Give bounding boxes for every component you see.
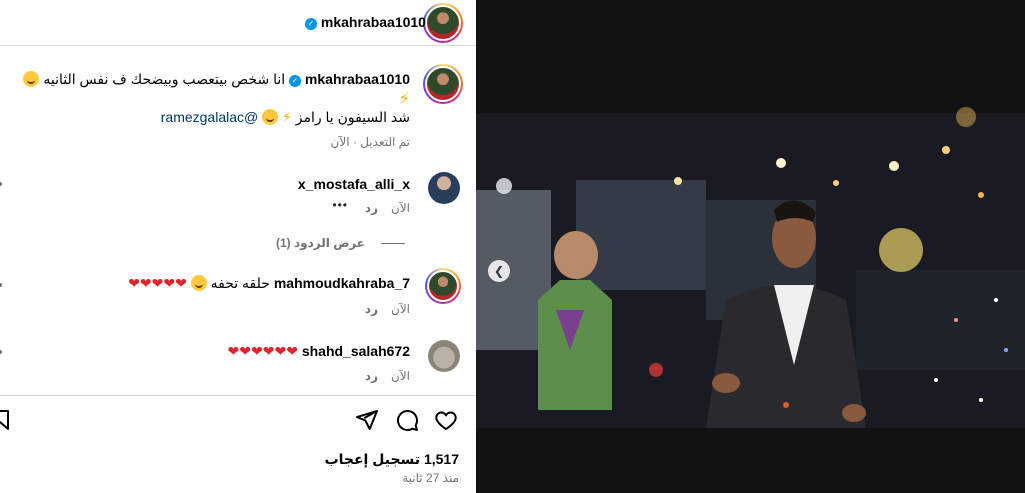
- edge-dot: [0, 182, 2, 186]
- share-icon[interactable]: [355, 408, 379, 432]
- caption-username-text[interactable]: mkahrabaa1010: [305, 71, 410, 87]
- lightning-emoji-icon: ⚡: [398, 91, 410, 108]
- comment-username[interactable]: shahd_salah672: [302, 343, 410, 359]
- reply-button[interactable]: رد: [365, 302, 378, 316]
- comment-text: حلقه تحفه: [210, 275, 270, 291]
- caption-second-line: شد السيفون يا رامز ⚡ @ramezgalalac: [161, 109, 410, 126]
- verified-badge-icon: ✓: [305, 18, 317, 30]
- post-media: ❮: [476, 0, 1025, 493]
- comment-avatar[interactable]: [428, 340, 460, 372]
- comment-avatar[interactable]: [425, 268, 461, 304]
- author-username[interactable]: ✓ mkahrabaa1010: [305, 14, 426, 30]
- heart-icon[interactable]: [434, 408, 458, 432]
- more-options-icon[interactable]: •••: [332, 198, 348, 212]
- post-header: ✓ mkahrabaa1010: [0, 0, 476, 46]
- author-username-text[interactable]: mkahrabaa1010: [321, 14, 426, 30]
- laughing-emoji-icon: [190, 275, 207, 291]
- lightning-emoji-line: ⚡: [399, 89, 410, 109]
- caption-first-line: mkahrabaa1010 ✓ انا شخص بيتعصب وبيضحك ف …: [23, 71, 410, 88]
- post-image: [476, 0, 1025, 493]
- comment-time: الآن: [391, 369, 410, 383]
- comment-username[interactable]: mahmoudkahraba_7: [274, 275, 410, 291]
- caption-text-line1: انا شخص بيتعصب وبيضحك ف نفس الثانيه: [43, 71, 286, 87]
- mention-link[interactable]: @ramezgalalac: [161, 109, 258, 125]
- comment-icon[interactable]: [395, 408, 419, 432]
- author-avatar[interactable]: [423, 3, 463, 43]
- lightning-emoji-icon: ⚡: [282, 109, 292, 125]
- replies-divider: [381, 243, 405, 244]
- heart-emojis: ❤❤❤❤❤: [128, 275, 187, 291]
- comment-time: الآن: [391, 302, 410, 316]
- save-icon[interactable]: [0, 408, 12, 432]
- post-actions: 1,517 تسجيل إعجاب منذ 27 ثانية: [0, 395, 476, 493]
- caption-meta: تم التعديل · الآن: [330, 135, 410, 149]
- comment-avatar[interactable]: [428, 172, 460, 204]
- heart-emojis: ❤❤❤❤❤❤: [227, 343, 298, 359]
- reply-button[interactable]: رد: [365, 369, 378, 383]
- caption-avatar[interactable]: [423, 64, 463, 104]
- laughing-emoji-icon: [23, 71, 40, 87]
- edge-dot: [0, 350, 2, 354]
- comment-username[interactable]: x_mostafa_alli_x: [298, 176, 410, 192]
- comment-body: mahmoudkahraba_7 حلقه تحفه ❤❤❤❤❤: [128, 275, 410, 292]
- reply-button[interactable]: رد: [365, 201, 378, 215]
- edge-dot: [0, 283, 2, 287]
- caption-text-line2: شد السيفون يا رامز: [295, 109, 410, 125]
- caption-username[interactable]: mkahrabaa1010 ✓: [285, 71, 410, 87]
- post-details-panel: ✓ mkahrabaa1010 mkahrabaa1010 ✓ انا شخص …: [0, 0, 476, 493]
- comment-body: shahd_salah672 ❤❤❤❤❤❤: [228, 343, 410, 360]
- grinning-emoji-icon: [262, 109, 279, 125]
- post-time: منذ 27 ثانية: [402, 471, 459, 485]
- likes-count[interactable]: 1,517 تسجيل إعجاب: [325, 451, 459, 468]
- comment-time: الآن: [391, 201, 410, 215]
- view-replies-button[interactable]: عرض الردود (1): [276, 236, 365, 250]
- verified-badge-icon: ✓: [289, 75, 302, 87]
- previous-media-arrow-icon[interactable]: ❮: [488, 260, 510, 282]
